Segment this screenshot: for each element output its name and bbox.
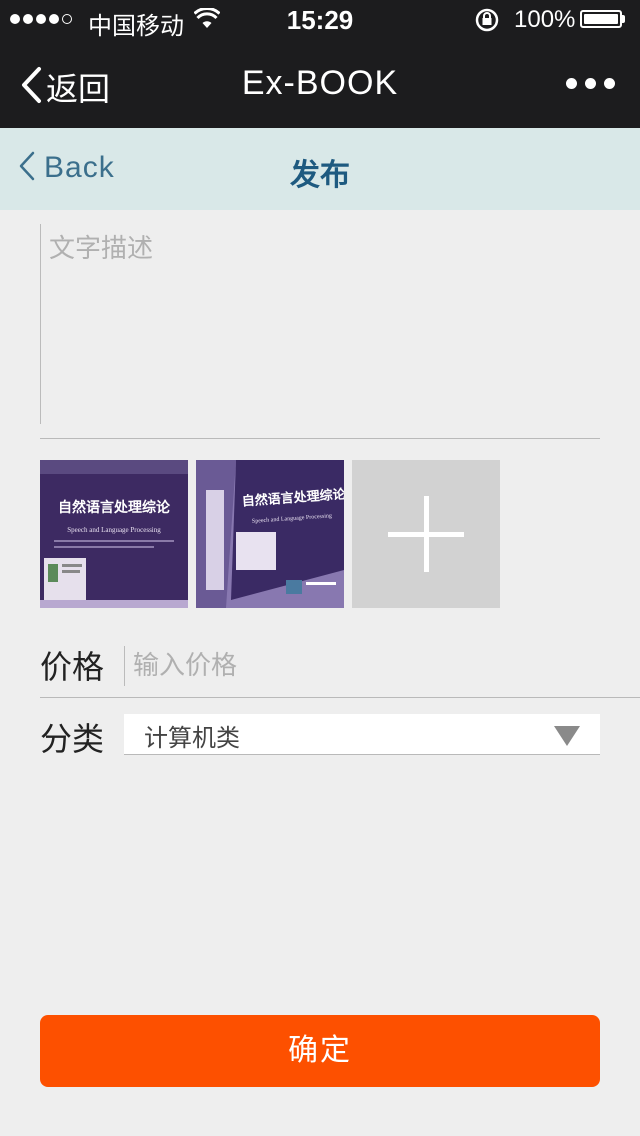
status-bar: 中国移动 15:29 100% [0, 0, 640, 40]
add-photo-button[interactable] [352, 460, 500, 608]
book-subtitle: Speech and Language Processing [67, 526, 161, 534]
category-select[interactable]: 计算机类 [124, 714, 600, 755]
page-header: Back 发布 [0, 128, 640, 210]
category-value: 计算机类 [144, 724, 240, 752]
book-photo-2[interactable]: 自然语言处理综论 Speech and Language Processing [196, 460, 344, 608]
book-title: 自然语言处理综论 [58, 499, 171, 516]
nav-bar: 返回 Ex-BOOK [0, 40, 640, 128]
page-title: 发布 [290, 158, 350, 193]
rotation-lock-icon [474, 8, 500, 37]
dropdown-arrow-icon [554, 726, 580, 746]
book-photo-1[interactable]: 自然语言处理综论 Speech and Language Processing [40, 460, 188, 608]
divider [40, 697, 640, 698]
description-input[interactable] [40, 224, 600, 424]
divider [40, 438, 600, 439]
price-input[interactable] [124, 646, 605, 686]
battery-percent: 100% [514, 6, 576, 33]
battery-icon [580, 10, 622, 28]
price-label: 价格 [40, 648, 105, 686]
category-label: 分类 [40, 720, 105, 758]
app-title: Ex-BOOK [241, 64, 399, 102]
confirm-button[interactable]: 确定 [40, 1015, 600, 1087]
battery-tip [622, 15, 625, 23]
more-dots-icon[interactable] [566, 78, 615, 89]
